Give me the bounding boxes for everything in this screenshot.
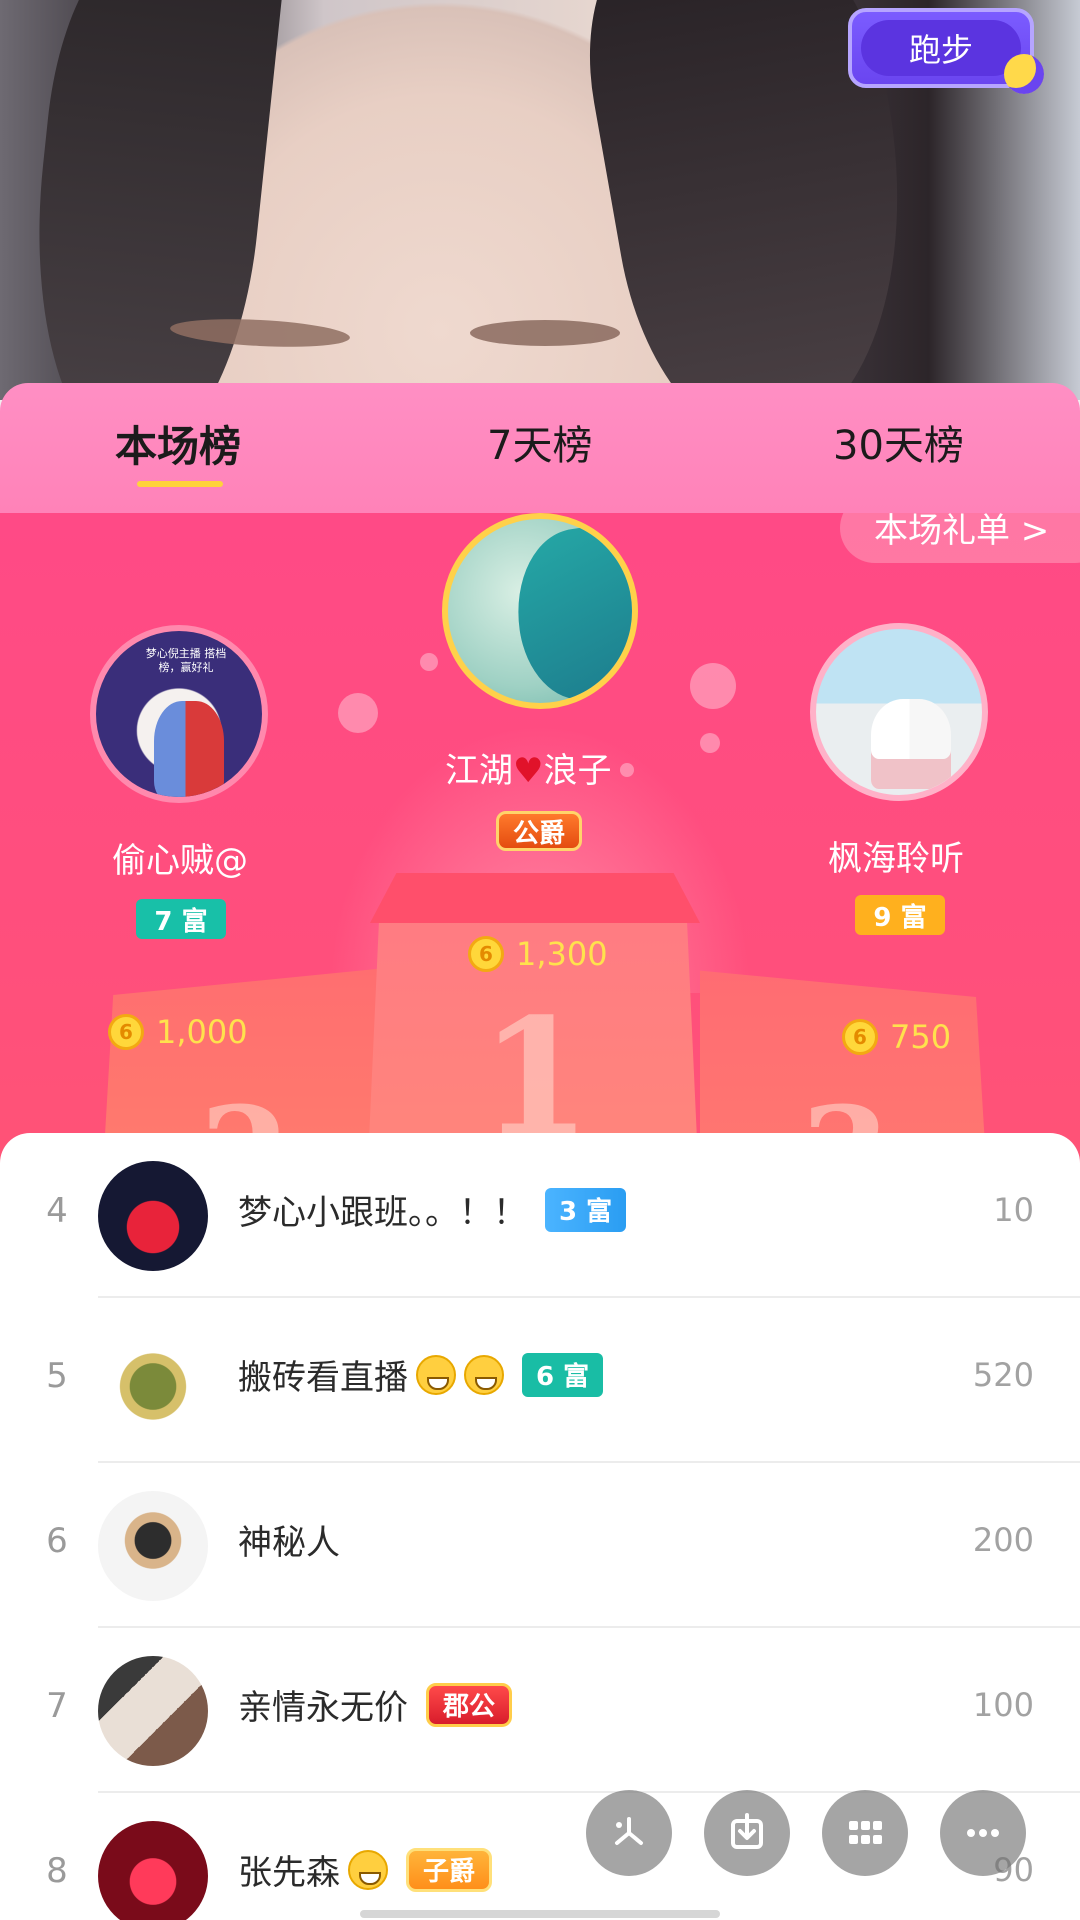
- coin-icon: 6: [468, 936, 504, 972]
- podium-block-first-top: [370, 873, 700, 923]
- user-name-text: 亲情永无价: [238, 1688, 408, 1728]
- user-name: 亲情永无价 郡公: [238, 1680, 513, 1729]
- second-place-score: 6 1,000: [108, 1013, 248, 1051]
- list-item[interactable]: 7 亲情永无价 郡公 100: [0, 1628, 1080, 1793]
- stream-figure-brow: [470, 320, 620, 346]
- user-name: 神秘人: [238, 1515, 340, 1564]
- couple-illustration: [154, 701, 224, 797]
- tab-current-session[interactable]: 本场榜: [115, 413, 241, 473]
- avatar[interactable]: [98, 1326, 208, 1436]
- second-place-name: 偷心贼@: [112, 841, 248, 881]
- leaderboard-tabs: 本场榜 7天榜 30天榜: [0, 383, 1080, 513]
- contribution-value: 10: [993, 1191, 1034, 1229]
- contribution-value: 520: [972, 1356, 1034, 1394]
- wealth-badge: 6 富: [522, 1352, 604, 1397]
- pinwheel-icon: [615, 1817, 643, 1845]
- tab-30-days[interactable]: 30天榜: [833, 413, 964, 473]
- first-place-score: 6 1,300: [468, 935, 608, 973]
- contribution-value: 200: [972, 1521, 1034, 1559]
- grid-icon: [849, 1821, 882, 1844]
- avatar[interactable]: [98, 1491, 208, 1601]
- wealth-badge: 3 富: [545, 1187, 627, 1232]
- avatar-first-place[interactable]: [442, 513, 638, 709]
- heart-icon: ♥: [513, 751, 544, 791]
- dragon-illustration: [506, 521, 632, 703]
- user-name: 张先森 子爵: [238, 1845, 493, 1894]
- avatar-third-place[interactable]: [810, 623, 988, 801]
- tab-7-days[interactable]: 7天榜: [487, 413, 592, 473]
- pinwheel-button[interactable]: [586, 1790, 672, 1876]
- list-item[interactable]: 5 搬砖看直播 6 富 520: [0, 1298, 1080, 1463]
- decor-bubble: [420, 653, 438, 671]
- active-tab-indicator: [137, 481, 223, 487]
- list-item[interactable]: 6 神秘人 200: [0, 1463, 1080, 1628]
- second-place-score-value: 1,000: [156, 1013, 248, 1051]
- noble-badge: 郡公: [426, 1682, 513, 1727]
- more-options-button[interactable]: [940, 1790, 1026, 1876]
- wealth-badge: 9 富: [855, 895, 945, 935]
- rank-number: 7: [46, 1686, 68, 1726]
- first-place-score-value: 1,300: [516, 935, 608, 973]
- third-place-name: 枫海聆听: [828, 839, 964, 879]
- avatar[interactable]: [98, 1161, 208, 1271]
- decor-bubble: [338, 693, 378, 733]
- avatar-caption: 梦心倪主播 搭档榜，赢好礼: [145, 647, 227, 674]
- user-name-text: 神秘人: [238, 1523, 340, 1563]
- third-place-score: 6 750: [842, 1018, 951, 1056]
- rank-number: 6: [46, 1521, 68, 1561]
- download-button[interactable]: [704, 1790, 790, 1876]
- decor-bubble: [620, 763, 634, 777]
- rank-number: 5: [46, 1356, 68, 1396]
- avatar[interactable]: [98, 1656, 208, 1766]
- third-place-score-value: 750: [890, 1018, 952, 1056]
- decor-bubble: [690, 663, 736, 709]
- user-name: 梦心小跟班。。！！ 3 富: [238, 1185, 627, 1234]
- rank-number: 4: [46, 1191, 68, 1231]
- first-place-name-prefix: 江湖: [445, 751, 513, 791]
- user-name-text: 梦心小跟班。。！！: [238, 1193, 527, 1233]
- grid-menu-button[interactable]: [822, 1790, 908, 1876]
- avatar-second-place[interactable]: 梦心倪主播 搭档榜，赢好礼: [90, 625, 268, 803]
- first-place-name: 江湖♥浪子: [445, 743, 611, 792]
- list-item[interactable]: 8 张先森 子爵 90: [0, 1793, 1080, 1920]
- more-icon: [967, 1829, 999, 1837]
- avatar[interactable]: [98, 1821, 208, 1920]
- beach-couple-photo: [871, 699, 951, 789]
- coin-icon: 6: [108, 1014, 144, 1050]
- grinning-emoji-icon: [464, 1354, 504, 1395]
- user-name-text: 搬砖看直播: [238, 1358, 408, 1398]
- moon-icon: [1004, 54, 1044, 94]
- user-name: 搬砖看直播 6 富: [238, 1350, 604, 1399]
- user-name-text: 张先森: [238, 1853, 340, 1893]
- download-icon: [731, 1813, 763, 1849]
- first-place-name-suffix: 浪子: [543, 751, 612, 791]
- decor-bubble: [700, 733, 720, 753]
- noble-badge: 子爵: [406, 1847, 493, 1892]
- rank-number: 8: [46, 1851, 68, 1891]
- grinning-emoji-icon: [416, 1354, 456, 1395]
- run-activity-button[interactable]: 跑步: [848, 8, 1044, 94]
- contribution-value: 100: [972, 1686, 1034, 1724]
- list-item[interactable]: 4 梦心小跟班。。！！ 3 富 10: [0, 1133, 1080, 1298]
- coin-icon: 6: [842, 1019, 878, 1055]
- ranking-list: 4 梦心小跟班。。！！ 3 富 10 5 搬砖看直播 6 富 520 6 神秘人…: [0, 1133, 1080, 1920]
- home-indicator: [360, 1910, 720, 1918]
- grinning-emoji-icon: [348, 1849, 388, 1890]
- rank-badge-duke: 公爵: [496, 811, 583, 851]
- gift-list-link[interactable]: 本场礼单 >: [840, 513, 1080, 563]
- wealth-badge: 7 富: [136, 899, 226, 939]
- run-activity-label: 跑步: [861, 20, 1021, 76]
